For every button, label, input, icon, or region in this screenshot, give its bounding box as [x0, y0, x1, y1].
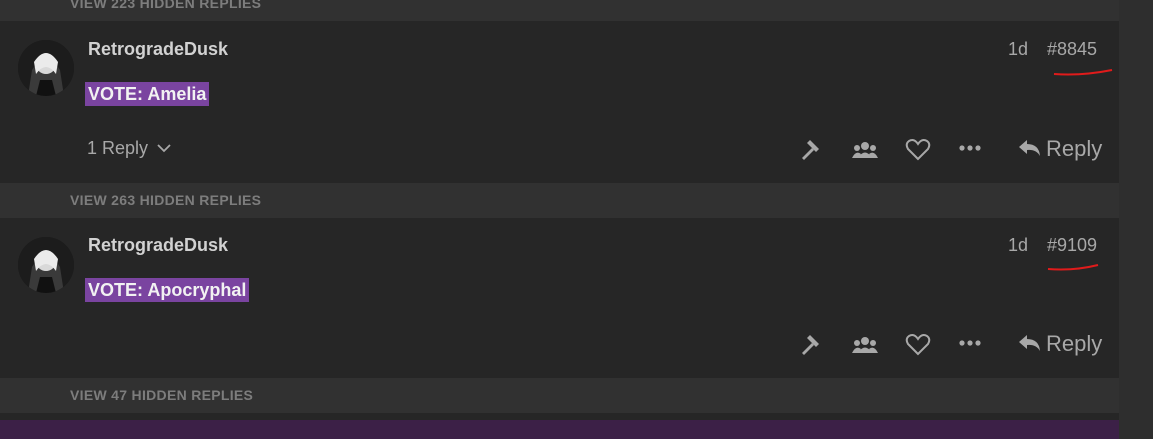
heart-icon[interactable]: [905, 333, 931, 357]
comment-post: RetrogradeDusk 1d #9109 VOTE: Apocryphal…: [0, 218, 1119, 378]
chevron-down-icon: [157, 144, 171, 153]
more-icon[interactable]: [958, 142, 982, 154]
reply-arrow-icon: [1019, 140, 1040, 156]
hidden-replies-label: VIEW 263 HIDDEN REPLIES: [70, 192, 262, 208]
comment-post: RetrogradeDusk 1d #8845 VOTE: Amelia 1 R…: [0, 21, 1119, 183]
right-gutter: [1119, 0, 1153, 439]
annotation-underline: [1053, 69, 1113, 76]
vote-highlight: VOTE: Amelia: [85, 82, 210, 106]
hidden-replies-label: VIEW 223 HIDDEN REPLIES: [70, 0, 262, 11]
replies-count-label: 1 Reply: [87, 138, 149, 158]
reply-label: Reply: [1046, 331, 1103, 356]
post-number[interactable]: #9109: [1047, 235, 1097, 256]
avatar[interactable]: [18, 40, 74, 96]
post-number[interactable]: #8845: [1047, 39, 1097, 60]
avatar[interactable]: [18, 237, 74, 293]
reply-button[interactable]: Reply: [1018, 331, 1102, 357]
view-hidden-replies-bar[interactable]: VIEW 223 HIDDEN REPLIES: [0, 0, 1119, 21]
vote-highlight: VOTE: Apocryphal: [85, 278, 250, 302]
view-hidden-replies-bar[interactable]: VIEW 263 HIDDEN REPLIES: [0, 183, 1119, 218]
reply-button[interactable]: Reply: [1018, 136, 1102, 162]
heart-icon[interactable]: [905, 138, 931, 162]
reply-label: Reply: [1046, 136, 1103, 161]
next-comment-edge: [0, 420, 1119, 439]
annotation-underline: [1047, 264, 1099, 271]
post-time: 1d: [1008, 39, 1029, 59]
hidden-replies-label: VIEW 47 HIDDEN REPLIES: [70, 387, 254, 403]
group-icon[interactable]: [852, 334, 878, 356]
more-icon[interactable]: [958, 337, 982, 349]
view-hidden-replies-bar[interactable]: VIEW 47 HIDDEN REPLIES: [0, 378, 1119, 413]
post-time: 1d: [1008, 235, 1029, 255]
reply-arrow-icon: [1019, 335, 1040, 351]
username[interactable]: RetrogradeDusk: [88, 235, 228, 256]
gavel-icon[interactable]: [798, 137, 824, 163]
username[interactable]: RetrogradeDusk: [88, 39, 228, 60]
replies-toggle[interactable]: 1 Reply: [87, 138, 171, 159]
gavel-icon[interactable]: [798, 332, 824, 358]
group-icon[interactable]: [852, 139, 878, 161]
